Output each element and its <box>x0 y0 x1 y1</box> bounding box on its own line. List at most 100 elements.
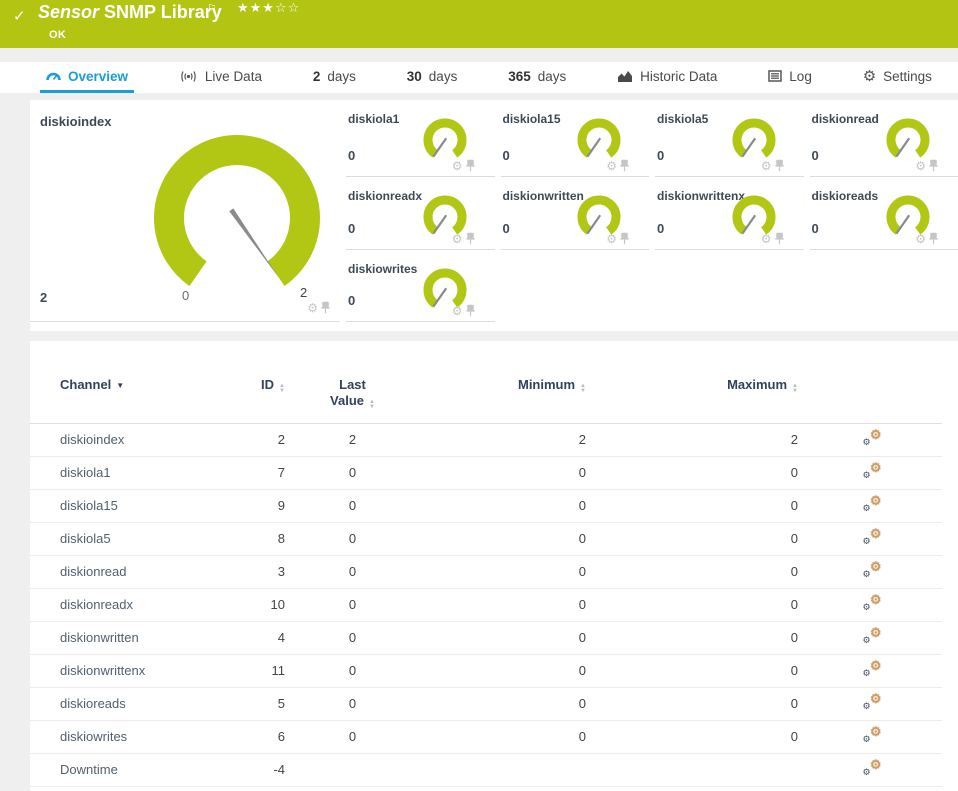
table-row-diskiola5: diskiola5 8 0 0 0 ⚙ ⚙ <box>30 522 942 556</box>
table-row-diskiowrites: diskiowrites 6 0 0 0 ⚙ ⚙ <box>30 720 942 754</box>
gauge-tile-diskioindex: diskioindex 0 2 2 ⚙ <box>30 100 340 322</box>
channel-last-value: 0 <box>285 654 420 688</box>
channel-id: 11 <box>240 654 285 688</box>
gauge-tile-diskionwrittenx: diskionwrittenx 0 ⚙ <box>655 177 804 250</box>
tab-2-days[interactable]: 2 days <box>307 62 362 93</box>
gauge-dial <box>154 135 320 286</box>
gear-icon[interactable]: ⚙ <box>452 160 463 172</box>
flag-icon[interactable]: ⚐ <box>207 2 217 15</box>
status-ok-check-icon: ✓ <box>13 8 26 25</box>
tab-365-days[interactable]: 365 days <box>502 62 572 93</box>
tab-label: Historic Data <box>640 68 718 84</box>
tile-actions: ⚙ <box>452 159 475 172</box>
channel-settings-icon[interactable]: ⚙ ⚙ <box>863 724 882 744</box>
priority-stars[interactable]: ★★★☆☆ <box>237 0 300 16</box>
gauge-title: diskioindex <box>40 114 112 129</box>
channel-id: 3 <box>240 555 285 589</box>
tile-actions: ⚙ <box>915 159 938 172</box>
tile-actions: ⚙ <box>307 301 330 314</box>
channel-settings-icon[interactable]: ⚙ ⚙ <box>863 493 882 513</box>
channel-settings-icon[interactable]: ⚙ ⚙ <box>863 427 882 447</box>
tile-actions: ⚙ <box>915 232 938 245</box>
column-header-minimum[interactable]: Minimum ▲ ▼ <box>420 377 590 424</box>
pin-icon[interactable] <box>321 301 330 314</box>
channel-last-value: 0 <box>285 489 420 523</box>
tab-settings[interactable]: ⚙ Settings <box>857 62 938 93</box>
column-header-maximum[interactable]: Maximum ▲ ▼ <box>590 377 802 424</box>
column-label: Maximum <box>727 377 788 392</box>
channel-last-value: 0 <box>285 720 420 754</box>
column-header-last-value[interactable]: Last Value ▲ ▼ <box>285 377 420 424</box>
channel-settings-icon[interactable]: ⚙ ⚙ <box>863 526 882 546</box>
sort-icon: ▲ ▼ <box>580 383 586 394</box>
tab-overview[interactable]: Overview <box>40 62 135 93</box>
channel-settings-icon[interactable]: ⚙ ⚙ <box>863 592 882 612</box>
channel-minimum: 0 <box>420 621 590 655</box>
stars-filled-icon[interactable]: ★★★ <box>237 0 275 15</box>
tab-number: 365 <box>508 68 531 84</box>
channel-minimum: 0 <box>420 588 590 622</box>
tab-number: 30 <box>406 68 422 84</box>
tab-historic-data[interactable]: Historic Data <box>611 62 723 93</box>
tab-30-days[interactable]: 30 days <box>401 62 464 93</box>
pin-icon[interactable] <box>465 232 475 245</box>
stars-empty-icon[interactable]: ☆☆ <box>275 0 300 15</box>
channel-last-value: 0 <box>285 687 420 721</box>
channel-settings-icon[interactable]: ⚙ ⚙ <box>863 691 882 711</box>
channel-settings-icon[interactable]: ⚙ ⚙ <box>863 625 882 645</box>
gear-icon[interactable]: ⚙ <box>307 302 318 314</box>
gauges-panel: diskioindex 0 2 2 ⚙ diskiola1 0 ⚙ diskio… <box>30 100 958 331</box>
pin-icon[interactable] <box>774 159 784 172</box>
channel-maximum: 0 <box>590 555 802 589</box>
channel-name: diskionwrittenx <box>30 654 240 688</box>
pin-icon[interactable] <box>620 232 629 245</box>
channel-maximum: 0 <box>590 687 802 721</box>
channel-last-value: 0 <box>285 555 420 589</box>
status-badge: OK <box>49 29 67 41</box>
channel-last-value: 0 <box>285 456 420 490</box>
channel-maximum: 0 <box>590 654 802 688</box>
channel-settings-icon[interactable]: ⚙ ⚙ <box>863 658 882 678</box>
gauge-value: 0 <box>811 221 819 236</box>
pin-icon[interactable] <box>929 232 938 245</box>
tab-live-data[interactable]: Live Data <box>173 62 268 93</box>
tab-log[interactable]: Log <box>762 62 818 93</box>
gear-icon[interactable]: ⚙ <box>915 233 926 245</box>
pin-icon[interactable] <box>774 232 784 245</box>
channel-name: diskiola5 <box>30 522 240 556</box>
gauge-title: diskiola15 <box>502 112 561 126</box>
channel-settings-icon[interactable]: ⚙ ⚙ <box>863 460 882 480</box>
gear-icon[interactable]: ⚙ <box>452 233 463 245</box>
gear-icon[interactable]: ⚙ <box>606 233 617 245</box>
channel-settings-icon[interactable]: ⚙ ⚙ <box>863 559 882 579</box>
table-row-diskioreads: diskioreads 5 0 0 0 ⚙ ⚙ <box>30 687 942 721</box>
pin-icon[interactable] <box>465 159 475 172</box>
column-header-id[interactable]: ID ▲ ▼ <box>240 377 285 424</box>
gear-icon[interactable]: ⚙ <box>761 160 772 172</box>
channel-last-value: 0 <box>285 522 420 556</box>
channel-id: 4 <box>240 621 285 655</box>
channel-settings-icon[interactable]: ⚙ ⚙ <box>863 757 882 777</box>
pin-icon[interactable] <box>929 159 938 172</box>
gauge-value: 0 <box>348 221 356 236</box>
column-header-channel[interactable]: Channel ▼ <box>30 377 240 424</box>
gear-icon[interactable]: ⚙ <box>606 160 617 172</box>
gear-icon[interactable]: ⚙ <box>915 160 926 172</box>
pin-icon[interactable] <box>465 304 475 317</box>
table-row-diskiola1: diskiola1 7 0 0 0 ⚙ ⚙ <box>30 456 942 490</box>
table-row-diskionwrittenx: diskionwrittenx 11 0 0 0 ⚙ ⚙ <box>30 654 942 688</box>
gauge-tile-diskiola5: diskiola5 0 ⚙ <box>655 100 804 177</box>
channel-id: 10 <box>240 588 285 622</box>
gauge-scale-max: 2 <box>300 285 308 300</box>
gear-icon[interactable]: ⚙ <box>452 305 463 317</box>
column-header-settings <box>802 377 942 424</box>
gear-icon[interactable]: ⚙ <box>761 233 772 245</box>
column-label: Channel <box>60 377 112 392</box>
gauge-value: 0 <box>811 148 819 163</box>
pin-icon[interactable] <box>620 159 629 172</box>
channel-minimum: 0 <box>420 654 590 688</box>
sort-icon: ▲ ▼ <box>369 399 375 410</box>
channel-last-value: 2 <box>285 423 420 457</box>
column-label: ID <box>261 377 275 392</box>
table-row-diskionread: diskionread 3 0 0 0 ⚙ ⚙ <box>30 555 942 589</box>
